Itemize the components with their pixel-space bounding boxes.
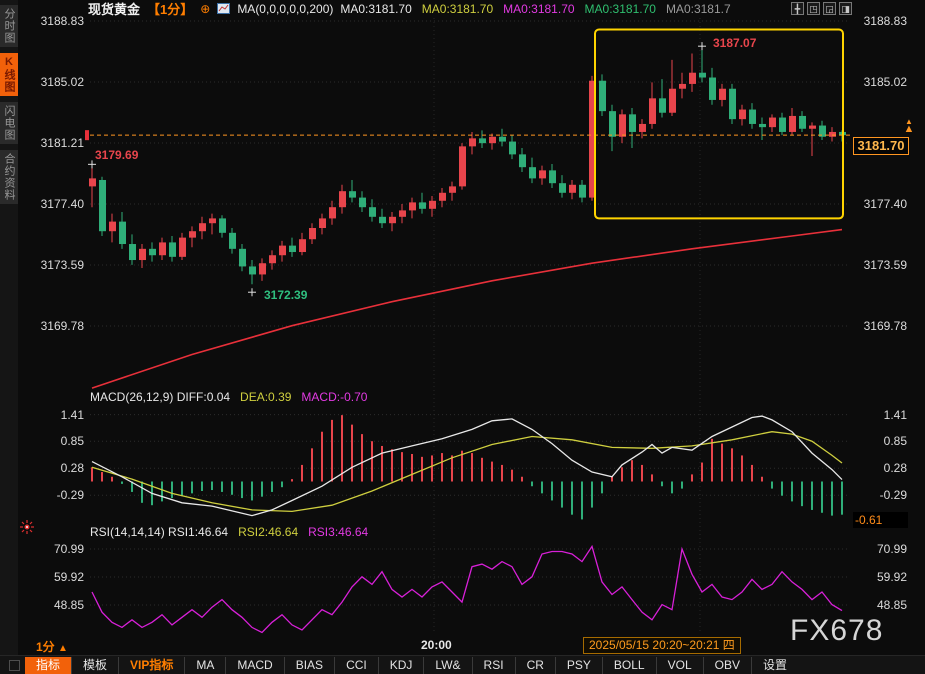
price-axis-right-label: 3177.40: [853, 197, 907, 211]
fx678-watermark: FX678: [790, 614, 883, 648]
chart-canvas[interactable]: [0, 0, 925, 674]
price-axis-right-label: 3173.59: [853, 258, 907, 272]
ma-value-label: MA0:3181.70: [422, 2, 493, 16]
sidebar-tab-lightning-chart[interactable]: 闪电图: [0, 102, 18, 144]
toolbar-item-ma[interactable]: MA: [184, 657, 225, 674]
candle-range-label: 2025/05/15 20:20~20:21 四: [583, 637, 741, 654]
pane-shift-icon[interactable]: ◨: [839, 2, 852, 15]
rsi-axis-right-label: 70.99: [853, 542, 907, 556]
macd-axis-right-label: 0.28: [853, 461, 907, 475]
macd-axis-left-label: -0.29: [18, 488, 84, 502]
x-axis-time-label: 20:00: [421, 638, 452, 652]
toolbar-item-settings[interactable]: 设置: [751, 657, 798, 674]
ma-value-label: MA0:3181.70: [585, 2, 656, 16]
toolbar-item-lwr[interactable]: LW&: [423, 657, 471, 674]
trading-app: 分时图 K线图闪电图合约资料 现货黄金 【1分】 ⊕ MA(0,0,0,0,0,2…: [0, 0, 925, 674]
current-price-badge: 3181.70: [853, 137, 909, 155]
interval-label: 【1分】: [147, 0, 193, 18]
crosshair-icon[interactable]: ╋: [791, 2, 804, 15]
price-axis-left-label: 3173.59: [18, 258, 84, 272]
rsi-axis-right-label: 59.92: [853, 570, 907, 584]
rsi-legend: RSI(14,14,14) RSI1:46.64 RSI2:46.64 RSI3…: [90, 525, 368, 539]
zoom-axis-up-icon[interactable]: ◳: [807, 2, 820, 15]
macd-legend-main: MACD(26,12,9) DIFF:0.04: [90, 390, 230, 404]
ma-values: MA0:3181.70 MA0:3181.70 MA0:3181.70 MA0:318…: [340, 2, 730, 16]
price-axis-right-label: 3169.78: [853, 319, 907, 333]
alert-dot-icon[interactable]: [20, 520, 34, 534]
rsi-axis-right-label: 48.85: [853, 598, 907, 612]
macd-legend-macd: MACD:-0.70: [301, 390, 367, 404]
rsi-legend-rsi3: RSI3:46.64: [308, 525, 368, 539]
toolbar-item-boll[interactable]: BOLL: [602, 657, 656, 674]
macd-axis-left-label: 0.85: [18, 434, 84, 448]
price-axis-left-label: 3177.40: [18, 197, 84, 211]
sidebar-tab-kline-chart[interactable]: K线图: [0, 53, 18, 96]
macd-axis-right-label: 0.85: [853, 434, 907, 448]
rsi-legend-rsi2: RSI2:46.64: [238, 525, 298, 539]
status-interval[interactable]: 1分 ▲: [36, 638, 68, 655]
sidebar-tab-time-chart[interactable]: 分时图: [0, 5, 18, 47]
price-axis-left-label: 3185.02: [18, 75, 84, 89]
zoom-axis-right-icon[interactable]: ◲: [823, 2, 836, 15]
toolbar-item-obv[interactable]: OBV: [703, 657, 751, 674]
macd-axis-left-label: 1.41: [18, 408, 84, 422]
price-axis-left-label: 3181.21: [18, 136, 84, 150]
rsi-axis-left-label: 70.99: [18, 542, 84, 556]
macd-axis-right-label: -0.29: [853, 488, 907, 502]
rsi-axis-left-label: 48.85: [18, 598, 84, 612]
ma-value-label: MA0:3181.7: [666, 2, 731, 16]
macd-alert-badge: -0.61: [853, 512, 908, 528]
toolbar-item-rsi[interactable]: RSI: [472, 657, 515, 674]
ma-value-label: MA0:3181.70: [340, 2, 411, 16]
ma-settings-label: MA(0,0,0,0,0,200): [237, 2, 333, 16]
toolbar-item-cr[interactable]: CR: [515, 657, 555, 674]
macd-legend-dea: DEA:0.39: [240, 390, 291, 404]
price-axis-left-label: 3169.78: [18, 319, 84, 333]
toolbar-item-bias[interactable]: BIAS: [284, 657, 334, 674]
macd-axis-left-label: 0.28: [18, 461, 84, 475]
add-indicator-icon[interactable]: ⊕: [200, 2, 210, 16]
annotation-low: 3172.39: [264, 288, 307, 302]
symbol-title: 现货黄金: [88, 0, 140, 18]
toolbar-grid-icon[interactable]: [9, 660, 20, 671]
annotation-first-high: 3179.69: [95, 148, 138, 162]
annotation-high: 3187.07: [713, 36, 756, 50]
price-axis-right-label: 3185.02: [853, 75, 907, 89]
sidebar-tab-contract-info[interactable]: 合约资料: [0, 150, 18, 204]
ma-chart-icon: [217, 3, 230, 14]
rsi-axis-left-label: 59.92: [18, 570, 84, 584]
toolbar-item-indicator[interactable]: 指标: [25, 657, 71, 674]
chart-tools: ╋◳◲◨: [791, 2, 852, 15]
toolbar-item-macd[interactable]: MACD: [225, 657, 283, 674]
toolbar-item-vol[interactable]: VOL: [656, 657, 703, 674]
ma-value-label: MA0:3181.70: [503, 2, 574, 16]
price-axis-left-label: 3188.83: [18, 14, 84, 28]
indicator-toolbar: 指标模板VIP指标MAMACDBIASCCIKDJLW&RSICRPSYBOLL…: [0, 655, 925, 674]
toolbar-item-psy[interactable]: PSY: [555, 657, 602, 674]
rsi-legend-main: RSI(14,14,14) RSI1:46.64: [90, 525, 228, 539]
macd-axis-right-label: 1.41: [853, 408, 907, 422]
left-tab-strip: 分时图 K线图闪电图合约资料: [0, 0, 18, 656]
toolbar-item-kdj[interactable]: KDJ: [378, 657, 424, 674]
chart-header: 现货黄金 【1分】 ⊕ MA(0,0,0,0,0,200) MA0:3181.7…: [88, 1, 731, 16]
toolbar-item-vip-indicator[interactable]: VIP指标: [118, 657, 184, 674]
macd-legend: MACD(26,12,9) DIFF:0.04 DEA:0.39 MACD:-0…: [90, 390, 367, 404]
price-axis-right-label: 3188.83: [853, 14, 907, 28]
interval-up-arrow-icon: ▲: [58, 643, 68, 654]
toolbar-item-template[interactable]: 模板: [71, 657, 118, 674]
toolbar-item-cci[interactable]: CCI: [334, 657, 378, 674]
price-up-arrow-icon: ▲ ▲: [901, 118, 917, 133]
